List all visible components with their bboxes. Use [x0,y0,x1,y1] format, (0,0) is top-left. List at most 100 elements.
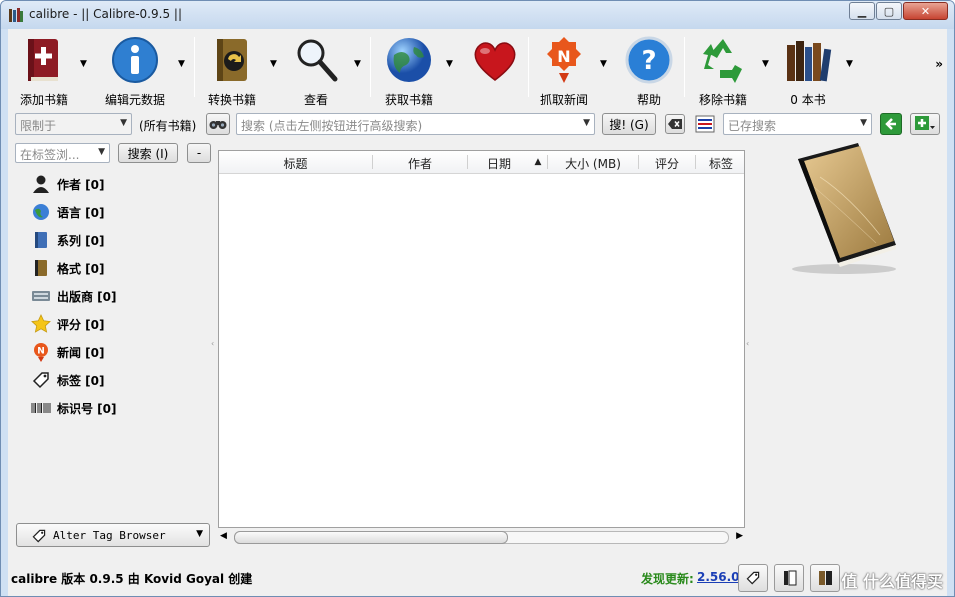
donate-button[interactable] [468,35,522,91]
tag-category-news[interactable]: N 新闻 [0] [31,341,105,363]
close-button[interactable]: ✕ [903,2,948,20]
languages-icon [33,204,49,220]
view-button[interactable]: 查看 [288,35,344,108]
get-books-label: 获取书籍 [384,93,433,107]
update-available-label: 发现更新: [641,572,694,586]
tag-category-languages[interactable]: 语言 [0] [31,201,105,223]
tag-category-rating[interactable]: 评分 [0] [31,313,105,335]
splitter-handle[interactable]: ‹ [746,339,749,348]
column-header-tags[interactable]: 标签 [696,155,746,172]
all-books-label: (所有书籍) [139,119,197,133]
scrollbar-thumb[interactable] [234,531,508,544]
book-list-table[interactable]: 标题 作者 日期 ▲ 大小 (MB) 评分 标签 [218,150,745,528]
get-books-button[interactable]: 获取书籍 [380,35,438,108]
save-search-button[interactable] [880,113,902,135]
advanced-search-button[interactable] [206,113,230,135]
tag-category-publishers[interactable]: 出版商 [0] [31,285,117,307]
alter-tag-browser-button[interactable]: Alter Tag Browser ▼ [16,523,210,547]
info-icon [112,37,158,83]
convert-books-button[interactable]: 转换书籍 [202,35,262,108]
binoculars-icon [209,121,227,129]
svg-text:N: N [557,47,570,66]
clear-search-button[interactable] [665,114,685,134]
add-books-label: 添加书籍 [19,93,68,107]
tag-icon [746,571,760,585]
search-go-button[interactable]: 搜! (G) [602,113,656,135]
tag-find-button[interactable]: 搜索 (I) [118,143,178,163]
svg-text:N: N [37,347,45,357]
maximize-button[interactable]: ▢ [876,2,902,20]
remove-books-button[interactable]: 移除书籍 [692,35,754,108]
horizontal-scrollbar[interactable]: ◀ ▶ [218,529,745,546]
restrict-combo[interactable]: 限制于 ▼ [15,113,132,135]
edit-metadata-dropdown[interactable]: ▼ [178,59,185,69]
tag-category-authors[interactable]: 作者 [0] [31,173,105,195]
fetch-news-button[interactable]: N 抓取新闻 [534,35,594,108]
tag-category-label: 评分 [0] [57,317,105,332]
publisher-icon [32,291,50,301]
add-books-dropdown[interactable]: ▼ [80,59,87,69]
tag-category-tags[interactable]: 标签 [0] [31,369,105,391]
book-cover-image [792,143,896,274]
tag-find-input[interactable]: 在标签浏... ▼ [15,143,110,163]
minimize-button[interactable]: ▁ [849,2,875,20]
library-button[interactable]: 0 本书 [780,35,836,108]
collapse-button[interactable]: - [187,143,211,163]
help-icon: ? [625,36,673,84]
tag-find-placeholder: 在标签浏... [20,148,80,162]
search-input[interactable]: 搜索 (点击左侧按钮进行高级搜索) ▼ [236,113,595,135]
toolbar-separator [370,37,371,97]
book-list-header: 标题 作者 日期 ▲ 大小 (MB) 评分 标签 [219,151,744,174]
column-header-author[interactable]: 作者 [373,155,467,172]
splitter-handle[interactable]: ‹ [211,339,214,348]
copy-search-button[interactable] [695,115,715,133]
scroll-right-arrow[interactable]: ▶ [736,531,743,541]
search-go-label: 搜! (G) [609,117,649,132]
barcode-icon [31,403,51,413]
window-controls: ▁ ▢ ✕ [848,2,948,20]
get-books-dropdown[interactable]: ▼ [446,59,453,69]
tag-editor-button[interactable] [738,564,768,592]
column-header-size[interactable]: 大小 (MB) [548,155,638,172]
fetch-news-label: 抓取新闻 [539,93,588,107]
edit-metadata-button[interactable]: 编辑元数据 [102,35,168,108]
convert-books-dropdown[interactable]: ▼ [270,59,277,69]
plus-dropdown-icon [915,116,935,130]
remove-books-dropdown[interactable]: ▼ [762,59,769,69]
column-header-date[interactable]: 日期 [468,155,530,172]
book-details-button[interactable] [810,564,840,592]
column-header-rating[interactable]: 评分 [639,155,695,172]
fetch-news-dropdown[interactable]: ▼ [600,59,607,69]
column-header-title[interactable]: 标题 [219,155,372,172]
news-icon: N [34,343,48,362]
help-button[interactable]: ? 帮助 [622,35,676,108]
help-label: 帮助 [636,93,661,107]
view-dropdown[interactable]: ▼ [354,59,361,69]
recycle-icon [703,39,742,83]
update-version-link[interactable]: 2.56.0 [697,570,740,584]
title-bar: calibre - || Calibre-0.9.5 || ▁ ▢ ✕ [1,1,954,29]
cover-flow-button[interactable] [774,564,804,592]
library-dropdown[interactable]: ▼ [846,59,853,69]
tag-category-identifiers[interactable]: 标识号 [0] [31,397,117,419]
minimize-icon: ▁ [857,4,867,18]
manage-searches-button[interactable] [910,113,940,135]
toolbar-overflow-button[interactable]: » [935,57,943,71]
tag-category-label: 系列 [0] [57,233,105,248]
person-icon [33,175,49,193]
tag-category-formats[interactable]: 格式 [0] [31,257,105,279]
tag-category-series[interactable]: 系列 [0] [31,229,105,251]
tag-icon [32,529,46,543]
convert-books-label: 转换书籍 [207,93,256,107]
saved-search-combo[interactable]: 已存搜索 ▼ [723,113,872,135]
add-books-button[interactable]: 添加书籍 [14,35,74,108]
chevron-down-icon: ▼ [860,118,867,128]
tag-icon [32,372,49,389]
saved-search-placeholder: 已存搜索 [728,119,777,133]
remove-books-label: 移除书籍 [698,93,747,107]
svg-text:?: ? [641,46,656,76]
scroll-left-arrow[interactable]: ◀ [220,531,227,541]
chevron-down-icon: ▼ [98,147,105,157]
sort-ascending-icon: ▲ [534,157,542,167]
news-icon: N [547,37,581,83]
